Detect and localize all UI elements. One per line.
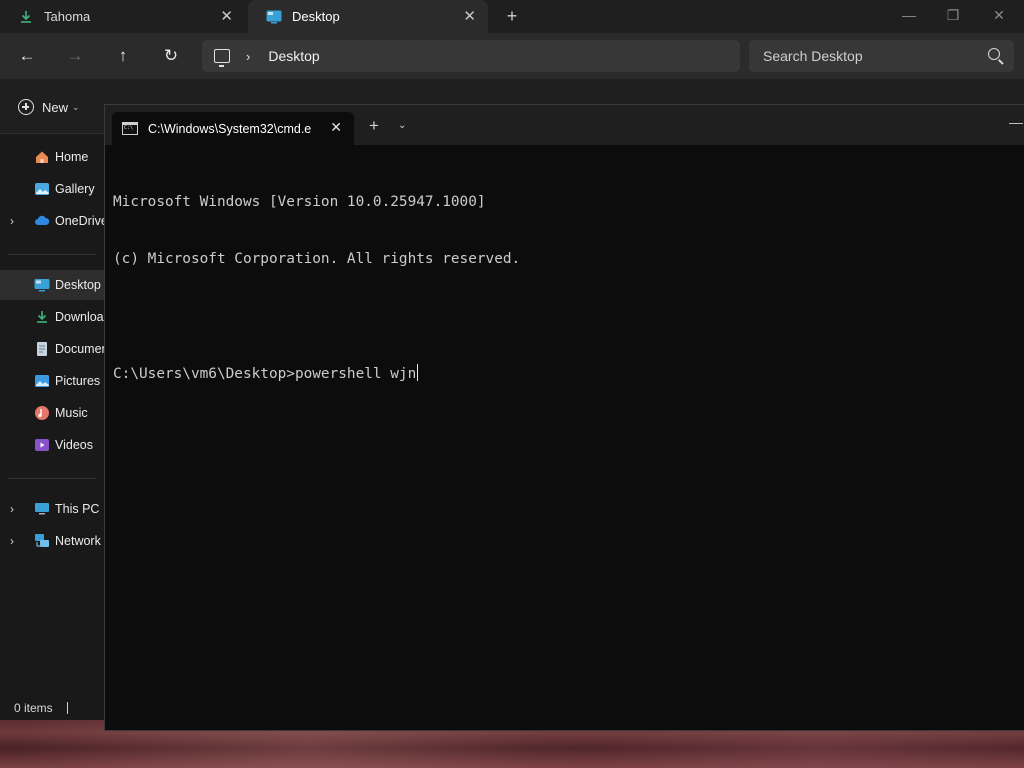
screen: Tahoma ✕ Desktop ✕ + — ❐ ✕ ← → ↑ ↻ › Des… [0, 0, 1024, 768]
up-button[interactable]: ↑ [111, 44, 135, 68]
sidebar-item-label: Downloads [55, 310, 104, 324]
sidebar-divider [8, 254, 96, 255]
sidebar-item-network[interactable]: › Network [0, 526, 104, 556]
close-tab-icon[interactable]: ✕ [330, 119, 342, 136]
refresh-button[interactable]: ↻ [159, 44, 183, 68]
chevron-down-icon: ⌄ [72, 101, 80, 112]
status-divider [66, 702, 68, 714]
navigation-pane: Home Gallery › OneDrive Desktop Downloa … [0, 134, 104, 694]
sidebar-item-label: Documents [55, 342, 104, 356]
new-label: New [42, 99, 69, 115]
chevron-right-icon[interactable]: › [10, 534, 14, 548]
sidebar-item-label: Music [55, 406, 88, 420]
search-box[interactable]: Search Desktop [749, 40, 1014, 72]
address-bar[interactable]: › Desktop [202, 40, 740, 72]
terminal-line: Microsoft Windows [Version 10.0.25947.10… [113, 194, 486, 210]
videos-icon [34, 437, 50, 453]
status-bar: 0 items [0, 697, 104, 719]
sidebar-item-label: This PC [55, 502, 100, 516]
tab-tahoma[interactable]: Tahoma ✕ [0, 0, 245, 33]
tab-label: Tahoma [44, 9, 91, 24]
sidebar-item-onedrive[interactable]: › OneDrive [0, 206, 104, 236]
sidebar-item-downloads[interactable]: Downloads [0, 302, 104, 332]
terminal-prompt-line[interactable]: C:\Users\vm6\Desktop>powershell wjn [113, 364, 1013, 383]
sidebar-item-music[interactable]: Music [0, 398, 104, 428]
sidebar-item-label: Desktop [55, 278, 101, 292]
chevron-right-icon[interactable]: › [10, 214, 14, 228]
new-tab-button[interactable]: + [502, 5, 522, 27]
minimize-button[interactable]: — [897, 5, 921, 25]
back-button[interactable]: ← [15, 44, 39, 68]
cmd-icon [122, 122, 138, 135]
tab-label: Desktop [292, 9, 340, 24]
network-icon [34, 533, 50, 549]
new-terminal-tab-button[interactable]: + [367, 117, 381, 134]
terminal-minimize-button[interactable] [1009, 123, 1023, 124]
terminal-line: (c) Microsoft Corporation. All rights re… [113, 251, 521, 267]
gallery-icon [34, 181, 50, 197]
terminal-tab-cmd[interactable]: C:\Windows\System32\cmd.e ✕ [112, 112, 354, 145]
close-tab-icon[interactable]: ✕ [463, 7, 476, 25]
sidebar-item-documents[interactable]: Documents [0, 334, 104, 364]
sidebar-item-gallery[interactable]: Gallery [0, 174, 104, 204]
sidebar-item-home[interactable]: Home [0, 142, 104, 172]
close-window-button[interactable]: ✕ [987, 5, 1011, 25]
sidebar-item-label: Gallery [55, 182, 95, 196]
terminal-window[interactable]: C:\Windows\System32\cmd.e ✕ + ⌄ Microsof… [104, 104, 1024, 731]
chevron-right-icon[interactable]: › [10, 502, 14, 516]
explorer-navbar: ← → ↑ ↻ › Desktop Search Desktop [0, 33, 1024, 79]
download-icon [18, 9, 34, 25]
download-icon [34, 309, 50, 325]
documents-icon [34, 341, 50, 357]
monitor-icon [214, 49, 230, 67]
home-icon [34, 149, 50, 165]
chevron-down-icon[interactable]: ⌄ [398, 120, 406, 131]
search-placeholder: Search Desktop [763, 48, 863, 64]
onedrive-cloud-icon [34, 213, 50, 229]
sidebar-item-videos[interactable]: Videos [0, 430, 104, 460]
pictures-icon [34, 373, 50, 389]
this-pc-icon [34, 501, 50, 517]
music-icon [34, 405, 50, 421]
sidebar-item-label: Home [55, 150, 89, 164]
restore-button[interactable]: ❐ [941, 5, 965, 25]
sidebar-item-label: Videos [55, 438, 93, 452]
sidebar-item-pictures[interactable]: Pictures [0, 366, 104, 396]
desktop-folder-icon [266, 9, 282, 25]
new-button[interactable]: New ⌄ [18, 96, 80, 118]
terminal-command-text: C:\Users\vm6\Desktop>powershell wjn [113, 366, 417, 382]
sidebar-item-desktop[interactable]: Desktop [0, 270, 104, 300]
explorer-titlebar: Tahoma ✕ Desktop ✕ + — ❐ ✕ [0, 0, 1024, 33]
item-count: 0 items [14, 701, 53, 715]
terminal-tab-title: C:\Windows\System32\cmd.e [148, 121, 312, 136]
terminal-tabbar: C:\Windows\System32\cmd.e ✕ + ⌄ [105, 105, 1024, 145]
breadcrumb-location[interactable]: Desktop [268, 48, 319, 64]
desktop-folder-icon [34, 277, 50, 293]
sidebar-item-label: Pictures [55, 374, 101, 388]
chevron-right-icon[interactable]: › [246, 49, 250, 64]
sidebar-item-label: OneDrive [55, 214, 104, 228]
plus-circle-icon [18, 99, 34, 115]
terminal-output[interactable]: Microsoft Windows [Version 10.0.25947.10… [113, 155, 1013, 421]
forward-button[interactable]: → [63, 44, 87, 68]
text-cursor [417, 364, 419, 381]
sidebar-divider [8, 478, 96, 479]
close-tab-icon[interactable]: ✕ [220, 7, 233, 25]
search-icon[interactable] [988, 48, 1000, 60]
tab-desktop[interactable]: Desktop ✕ [248, 0, 488, 33]
sidebar-item-label: Network [55, 534, 101, 548]
sidebar-item-this-pc[interactable]: › This PC [0, 494, 104, 524]
